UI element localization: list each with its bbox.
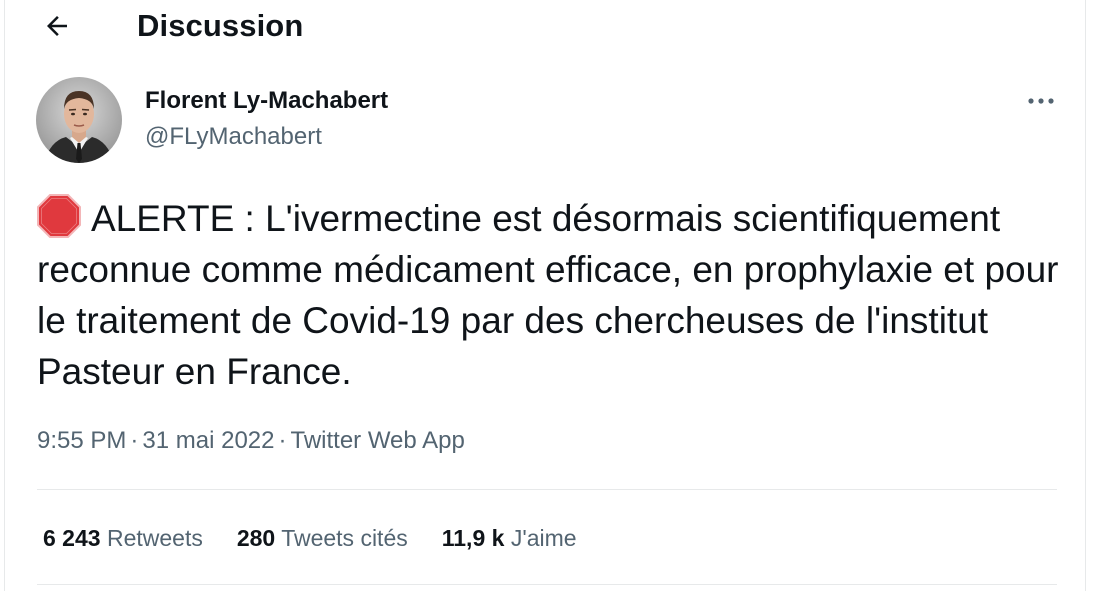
- meta-separator: ·: [130, 427, 139, 454]
- profile-photo: [36, 77, 122, 163]
- tweet-body: ALERTE : L'ivermectine est désormais sci…: [37, 193, 1077, 397]
- divider: [37, 584, 1057, 585]
- engagement-stats: 6 243 Retweets 280 Tweets cités 11,9 k J…: [43, 521, 577, 555]
- avatar[interactable]: [36, 77, 122, 163]
- author-handle[interactable]: @FLyMachabert: [145, 122, 322, 152]
- header: Discussion: [5, 0, 1085, 52]
- arrow-left-icon: [47, 16, 67, 36]
- retweets-label: Retweets: [106, 525, 203, 551]
- quote-tweets-label: Tweets cités: [281, 525, 408, 551]
- more-horizontal-icon: [1028, 98, 1054, 104]
- retweets-stat[interactable]: 6 243 Retweets: [43, 521, 203, 555]
- more-options-button[interactable]: [1021, 86, 1061, 116]
- page-title: Discussion: [137, 8, 304, 43]
- tweet-metadata: 9:55 PM · 31 mai 2022 · Twitter Web App: [37, 423, 465, 459]
- likes-label: J'aime: [510, 525, 577, 551]
- tweet-time[interactable]: 9:55 PM: [37, 427, 126, 454]
- author-name[interactable]: Florent Ly-Machabert: [145, 86, 388, 116]
- likes-count: 11,9 k: [441, 525, 505, 551]
- quote-tweets-count: 280: [236, 525, 276, 551]
- tweet-date[interactable]: 31 mai 2022: [142, 427, 274, 454]
- stop-sign-icon: [37, 194, 81, 238]
- tweet-source[interactable]: Twitter Web App: [290, 427, 464, 454]
- tweet-text: ALERTE : L'ivermectine est désormais sci…: [37, 198, 1059, 392]
- retweets-count: 6 243: [43, 525, 101, 551]
- meta-separator: ·: [278, 427, 287, 454]
- divider: [37, 489, 1057, 490]
- back-button[interactable]: [35, 6, 79, 46]
- tweet-detail-panel: Discussion Florent Ly-Machabert @FLyMach…: [4, 0, 1086, 591]
- quote-tweets-stat[interactable]: 280 Tweets cités: [237, 521, 408, 555]
- likes-stat[interactable]: 11,9 k J'aime: [442, 521, 577, 555]
